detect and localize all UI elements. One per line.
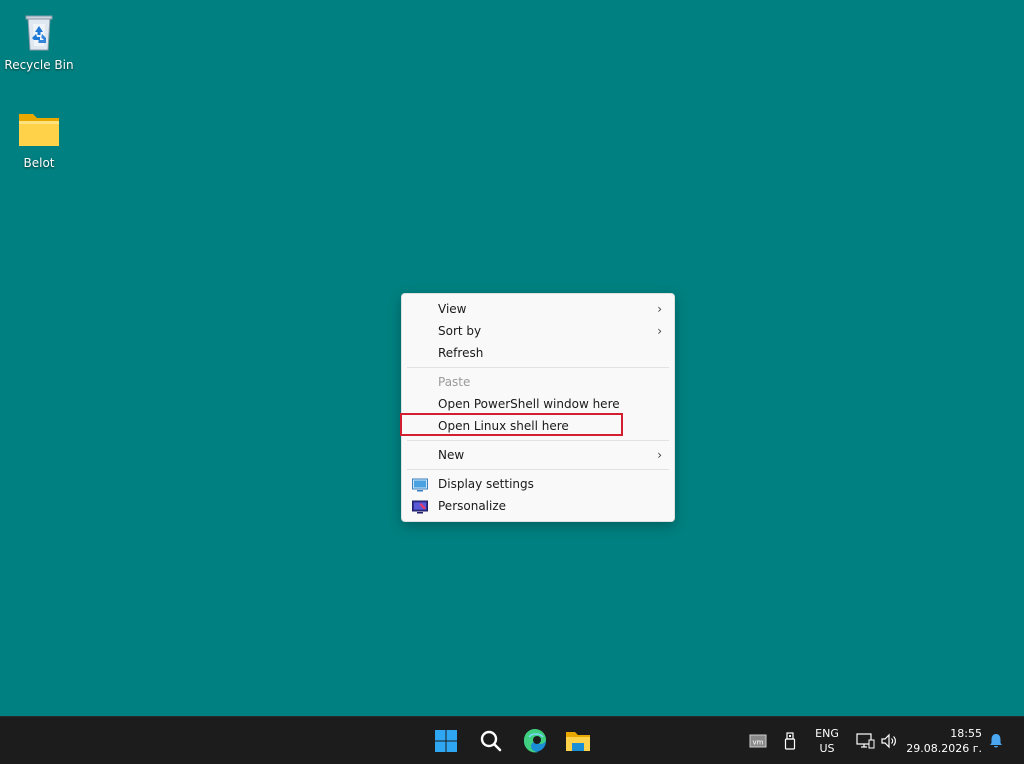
desktop-context-menu: View › Sort by › Refresh Paste Open Powe…	[401, 293, 675, 522]
folder-icon	[17, 108, 61, 152]
edge-browser-icon	[523, 728, 546, 753]
menu-item-view[interactable]: View ›	[402, 298, 674, 320]
desktop-icon-belot-folder[interactable]: Belot	[0, 108, 78, 170]
windows-start-icon	[435, 730, 457, 752]
vmware-tools-tray[interactable]: vm	[748, 731, 768, 751]
menu-item-display-settings[interactable]: Display settings	[402, 473, 674, 495]
vm-badge-text: vm	[753, 739, 764, 747]
personalize-icon	[412, 499, 428, 514]
menu-item-personalize[interactable]: Personalize	[402, 495, 674, 517]
menu-item-label: Open PowerShell window here	[438, 397, 620, 411]
menu-item-label: View	[438, 302, 467, 316]
usb-device-tray[interactable]	[780, 731, 800, 751]
menu-item-new[interactable]: New ›	[402, 444, 674, 466]
chevron-right-icon: ›	[657, 302, 662, 316]
clock-date: 29.08.2026 г.	[906, 742, 982, 755]
taskbar: vm ENG US 18:55 29.08.2026 г.	[0, 716, 1024, 764]
desktop[interactable]: Recycle Bin Belot View › Sort by › Refre…	[0, 0, 1024, 716]
menu-separator	[407, 469, 669, 470]
notifications-button[interactable]	[986, 731, 1006, 751]
keyboard-layout: US	[819, 742, 835, 755]
start-button[interactable]	[430, 725, 462, 757]
volume-tray[interactable]	[879, 731, 899, 751]
search-button[interactable]	[475, 725, 507, 757]
chevron-right-icon: ›	[657, 324, 662, 338]
desktop-icon-label: Recycle Bin	[4, 58, 74, 72]
network-tray[interactable]	[855, 731, 875, 751]
desktop-icon-label: Belot	[23, 156, 55, 170]
highlight-annotation	[400, 413, 623, 436]
menu-item-label: Display settings	[438, 477, 534, 491]
file-explorer-icon	[566, 732, 590, 751]
desktop-icon-recycle-bin[interactable]: Recycle Bin	[0, 10, 78, 72]
menu-item-sort-by[interactable]: Sort by ›	[402, 320, 674, 342]
network-icon	[856, 733, 875, 749]
vmware-icon: vm	[749, 734, 767, 748]
menu-item-label: Sort by	[438, 324, 482, 338]
menu-item-label: Paste	[438, 375, 471, 389]
system-clock[interactable]: 18:55 29.08.2026 г.	[906, 726, 982, 756]
chevron-right-icon: ›	[657, 448, 662, 462]
menu-item-refresh[interactable]: Refresh	[402, 342, 674, 364]
menu-item-paste: Paste	[402, 371, 674, 393]
menu-item-label: Refresh	[438, 346, 484, 360]
menu-item-label: Personalize	[438, 499, 507, 513]
language-indicator[interactable]: ENG US	[812, 726, 842, 756]
edge-browser-button[interactable]	[519, 725, 551, 757]
speaker-icon	[881, 733, 896, 749]
recycle-bin-icon	[17, 10, 61, 54]
display-icon	[412, 477, 428, 492]
menu-item-label: New	[438, 448, 465, 462]
clock-time: 18:55	[950, 727, 982, 740]
file-explorer-button[interactable]	[562, 725, 594, 757]
menu-separator	[407, 367, 669, 368]
search-icon	[480, 730, 502, 752]
menu-item-open-powershell[interactable]: Open PowerShell window here	[402, 393, 674, 415]
language-code: ENG	[815, 727, 839, 740]
bell-icon	[990, 734, 1002, 748]
usb-icon	[784, 732, 796, 750]
menu-separator	[407, 440, 669, 441]
